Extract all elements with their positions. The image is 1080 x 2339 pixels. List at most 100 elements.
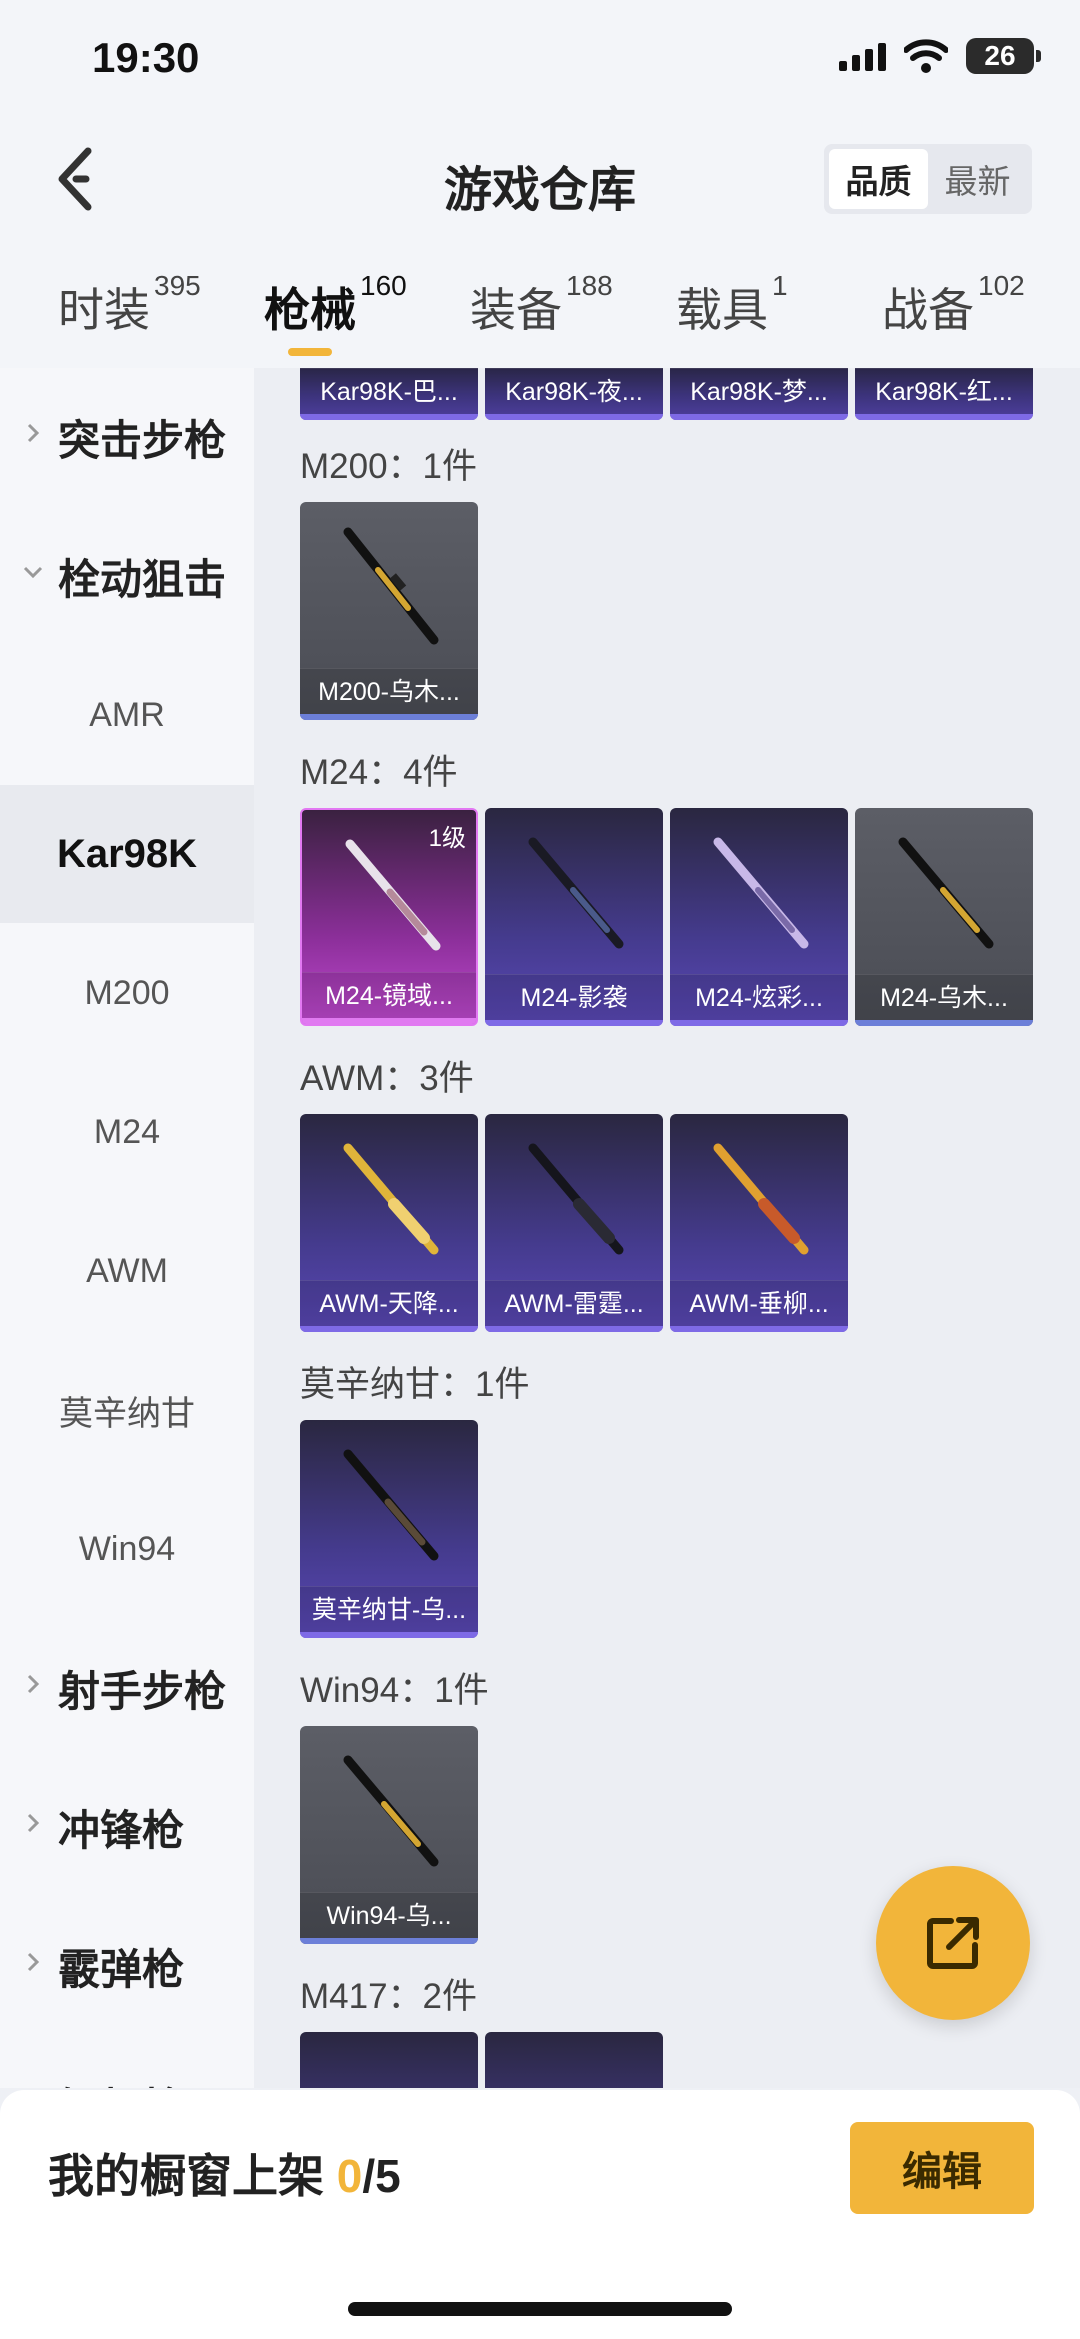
rarity-bar — [670, 1326, 848, 1332]
item-card[interactable]: Kar98K-红... — [855, 368, 1033, 420]
weapon-type-sidebar: 突击步枪 栓动狙击 AMR Kar98K M200 M24 AWM 莫辛纳甘 W… — [0, 368, 254, 2088]
item-card[interactable]: Kar98K-梦... — [670, 368, 848, 420]
sidebar-item-win94[interactable]: Win94 — [0, 1480, 254, 1618]
rarity-bar — [485, 1326, 663, 1332]
item-card[interactable]: M24-影袭 — [485, 808, 663, 1026]
item-card[interactable]: Win94-乌... — [300, 1726, 478, 1944]
sidebar-item-label: AMR — [89, 695, 165, 734]
chevron-right-icon — [27, 423, 40, 443]
sidebar-item-label: Kar98K — [56, 831, 198, 876]
item-card[interactable]: 1级 M24-镜域... — [300, 808, 478, 1026]
item-name: M24-影袭 — [485, 974, 663, 1020]
sidebar-item-label: AWM — [86, 1251, 168, 1290]
tab-fashion[interactable]: 时装 395 — [58, 270, 201, 340]
rarity-bar — [855, 1020, 1033, 1026]
rifle-icon — [343, 1143, 439, 1255]
sidebar-item-mosin[interactable]: 莫辛纳甘 — [0, 1341, 254, 1479]
weapon-grid: Kar98K-巴... Kar98K-夜... Kar98K-梦... Kar9… — [254, 368, 1080, 2088]
tab-label: 载具 — [676, 284, 768, 336]
item-card[interactable]: Kar98K-巴... — [300, 368, 478, 420]
item-card[interactable]: M24-炫彩... — [670, 808, 848, 1026]
rarity-bar — [670, 414, 848, 420]
rarity-bar — [300, 1632, 478, 1638]
section-title: Win94：1件 — [300, 1671, 489, 1710]
rifle-icon — [713, 1143, 809, 1255]
sidebar-item-m200[interactable]: M200 — [0, 924, 254, 1062]
item-card[interactable] — [300, 2032, 478, 2088]
share-button[interactable] — [876, 1866, 1030, 2020]
wifi-icon — [904, 39, 948, 73]
sidebar-item-label: Win94 — [78, 1529, 176, 1568]
item-name: M200-乌木... — [300, 668, 478, 714]
item-card[interactable] — [485, 2032, 663, 2088]
sidebar-item-amr[interactable]: AMR — [0, 646, 254, 784]
chevron-right-icon — [27, 1952, 40, 1972]
tab-vehicles[interactable]: 载具 1 — [676, 270, 788, 340]
back-button[interactable] — [46, 146, 106, 212]
tab-count: 102 — [978, 270, 1025, 301]
rifle-icon — [343, 527, 439, 645]
chevron-right-icon — [27, 1813, 40, 1833]
sidebar-item-label: M200 — [84, 973, 170, 1012]
header: 游戏仓库 品质 最新 — [0, 120, 1080, 240]
signal-icon — [839, 41, 886, 71]
tab-supplies[interactable]: 战备 102 — [882, 270, 1025, 340]
status-bar: 19:30 26 — [0, 0, 1080, 120]
sort-toggle: 品质 最新 — [824, 144, 1032, 214]
tab-equipment[interactable]: 装备 188 — [470, 270, 613, 340]
item-name: Win94-乌... — [300, 1892, 478, 1938]
rarity-bar — [485, 414, 663, 420]
item-card[interactable]: M200-乌木... — [300, 502, 478, 720]
sidebar-item-bolt-sniper[interactable]: 栓动狙击 — [0, 507, 254, 645]
tab-count: 160 — [360, 270, 407, 301]
tab-label: 时装 — [58, 284, 150, 336]
tab-count: 1 — [772, 270, 788, 301]
item-name: AWM-雷霆... — [485, 1280, 663, 1326]
sidebar-item-smg[interactable]: 冲锋枪 — [0, 1758, 254, 1896]
sidebar-item-label: M24 — [93, 1112, 161, 1151]
chevron-down-icon — [23, 566, 43, 579]
item-card[interactable]: Kar98K-夜... — [485, 368, 663, 420]
sidebar-item-shotgun[interactable]: 霰弹枪 — [0, 1897, 254, 2035]
rifle-icon — [528, 837, 624, 949]
rifle-icon — [343, 1449, 439, 1561]
sidebar-item-assault-rifle[interactable]: 突击步枪 — [0, 368, 254, 506]
sidebar-item-m24[interactable]: M24 — [0, 1063, 254, 1201]
item-name: M24-炫彩... — [670, 974, 848, 1020]
chevron-left-icon — [58, 147, 92, 211]
sort-quality-button[interactable]: 品质 — [829, 149, 928, 209]
showcase-status: 我的橱窗上架 0/5 — [48, 2140, 401, 2206]
rifle-icon — [343, 1755, 439, 1867]
status-icons: 26 — [839, 38, 1041, 74]
sidebar-item-marksman-rifle[interactable]: 射手步枪 — [0, 1619, 254, 1757]
sidebar-item-label: 轻机枪 — [0, 2075, 184, 2089]
sidebar-item-awm[interactable]: AWM — [0, 1202, 254, 1340]
showcase-count: 0 — [336, 2150, 363, 2202]
item-name: M24-乌木... — [855, 974, 1033, 1020]
edit-button[interactable]: 编辑 — [850, 2122, 1034, 2214]
item-name: 莫辛纳甘-乌... — [300, 1586, 478, 1632]
tab-firearms[interactable]: 枪械 160 — [264, 270, 407, 356]
home-indicator — [348, 2302, 732, 2316]
item-name: AWM-垂柳... — [670, 1280, 848, 1326]
section-title: 莫辛纳甘：1件 — [300, 1365, 530, 1404]
rarity-bar — [302, 1018, 476, 1024]
sidebar-item-lmg[interactable]: 轻机枪 — [0, 2036, 254, 2089]
rarity-bar — [300, 714, 478, 720]
chevron-right-icon — [27, 1674, 40, 1694]
bottom-bar: 我的橱窗上架 0/5 编辑 — [0, 2090, 1080, 2339]
item-card[interactable]: AWM-雷霆... — [485, 1114, 663, 1332]
sidebar-item-kar98k[interactable]: Kar98K — [0, 785, 254, 923]
tab-count: 188 — [566, 270, 613, 301]
sidebar-item-label: 莫辛纳甘 — [59, 1394, 195, 1433]
tab-label: 枪械 — [264, 284, 356, 336]
item-card[interactable]: 莫辛纳甘-乌... — [300, 1420, 478, 1638]
item-card[interactable]: AWM-垂柳... — [670, 1114, 848, 1332]
sort-newest-button[interactable]: 最新 — [928, 149, 1027, 209]
item-card[interactable]: AWM-天降... — [300, 1114, 478, 1332]
tab-label: 战备 — [882, 284, 974, 336]
item-card[interactable]: M24-乌木... — [855, 808, 1033, 1026]
rarity-bar — [300, 1326, 478, 1332]
showcase-total: /5 — [362, 2150, 401, 2202]
section-title: M200：1件 — [300, 447, 478, 486]
